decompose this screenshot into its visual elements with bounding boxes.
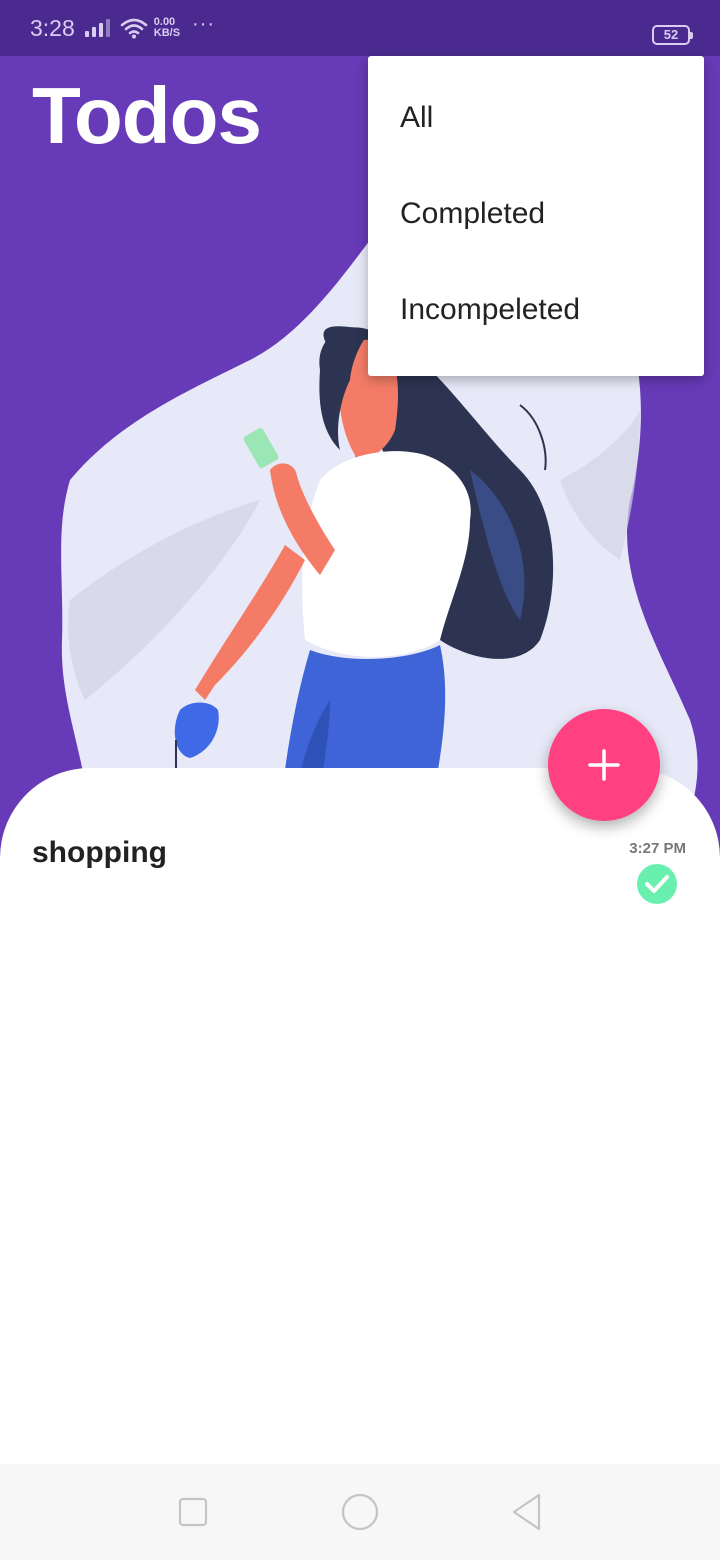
- menu-item-completed[interactable]: Completed: [368, 166, 704, 262]
- filter-menu: All Completed Incompeleted: [368, 56, 704, 376]
- recent-apps-button[interactable]: [163, 1482, 223, 1542]
- system-nav-bar: [0, 1464, 720, 1560]
- battery-icon: 52: [652, 25, 693, 45]
- status-time: 3:28: [30, 14, 75, 41]
- plus-icon: [588, 749, 620, 781]
- todo-time: 3:27 PM: [629, 840, 686, 857]
- todo-title: shopping: [32, 836, 167, 869]
- menu-item-incompleted[interactable]: Incompeleted: [368, 262, 704, 358]
- home-icon: [341, 1493, 379, 1531]
- net-speed: 0.00 KB/S: [154, 17, 180, 39]
- menu-item-all[interactable]: All: [368, 70, 704, 166]
- app-screen: 3:28 0.00 KB/S ··· 52 Todos shopping 3:2…: [0, 0, 720, 1560]
- check-icon[interactable]: [637, 864, 677, 904]
- net-speed-unit: KB/S: [153, 27, 181, 39]
- back-button[interactable]: [497, 1482, 557, 1542]
- page-title: Todos: [32, 71, 262, 160]
- signal-icon: [84, 19, 110, 37]
- status-bar: 3:28 0.00 KB/S ··· 52: [0, 0, 720, 56]
- todo-item[interactable]: shopping 3:27 PM: [32, 836, 690, 906]
- recent-apps-icon: [179, 1497, 208, 1527]
- wifi-icon: [120, 18, 148, 39]
- more-status-icon: ···: [192, 12, 216, 35]
- home-button[interactable]: [330, 1482, 390, 1542]
- back-icon: [512, 1493, 540, 1531]
- add-todo-button[interactable]: [548, 709, 660, 821]
